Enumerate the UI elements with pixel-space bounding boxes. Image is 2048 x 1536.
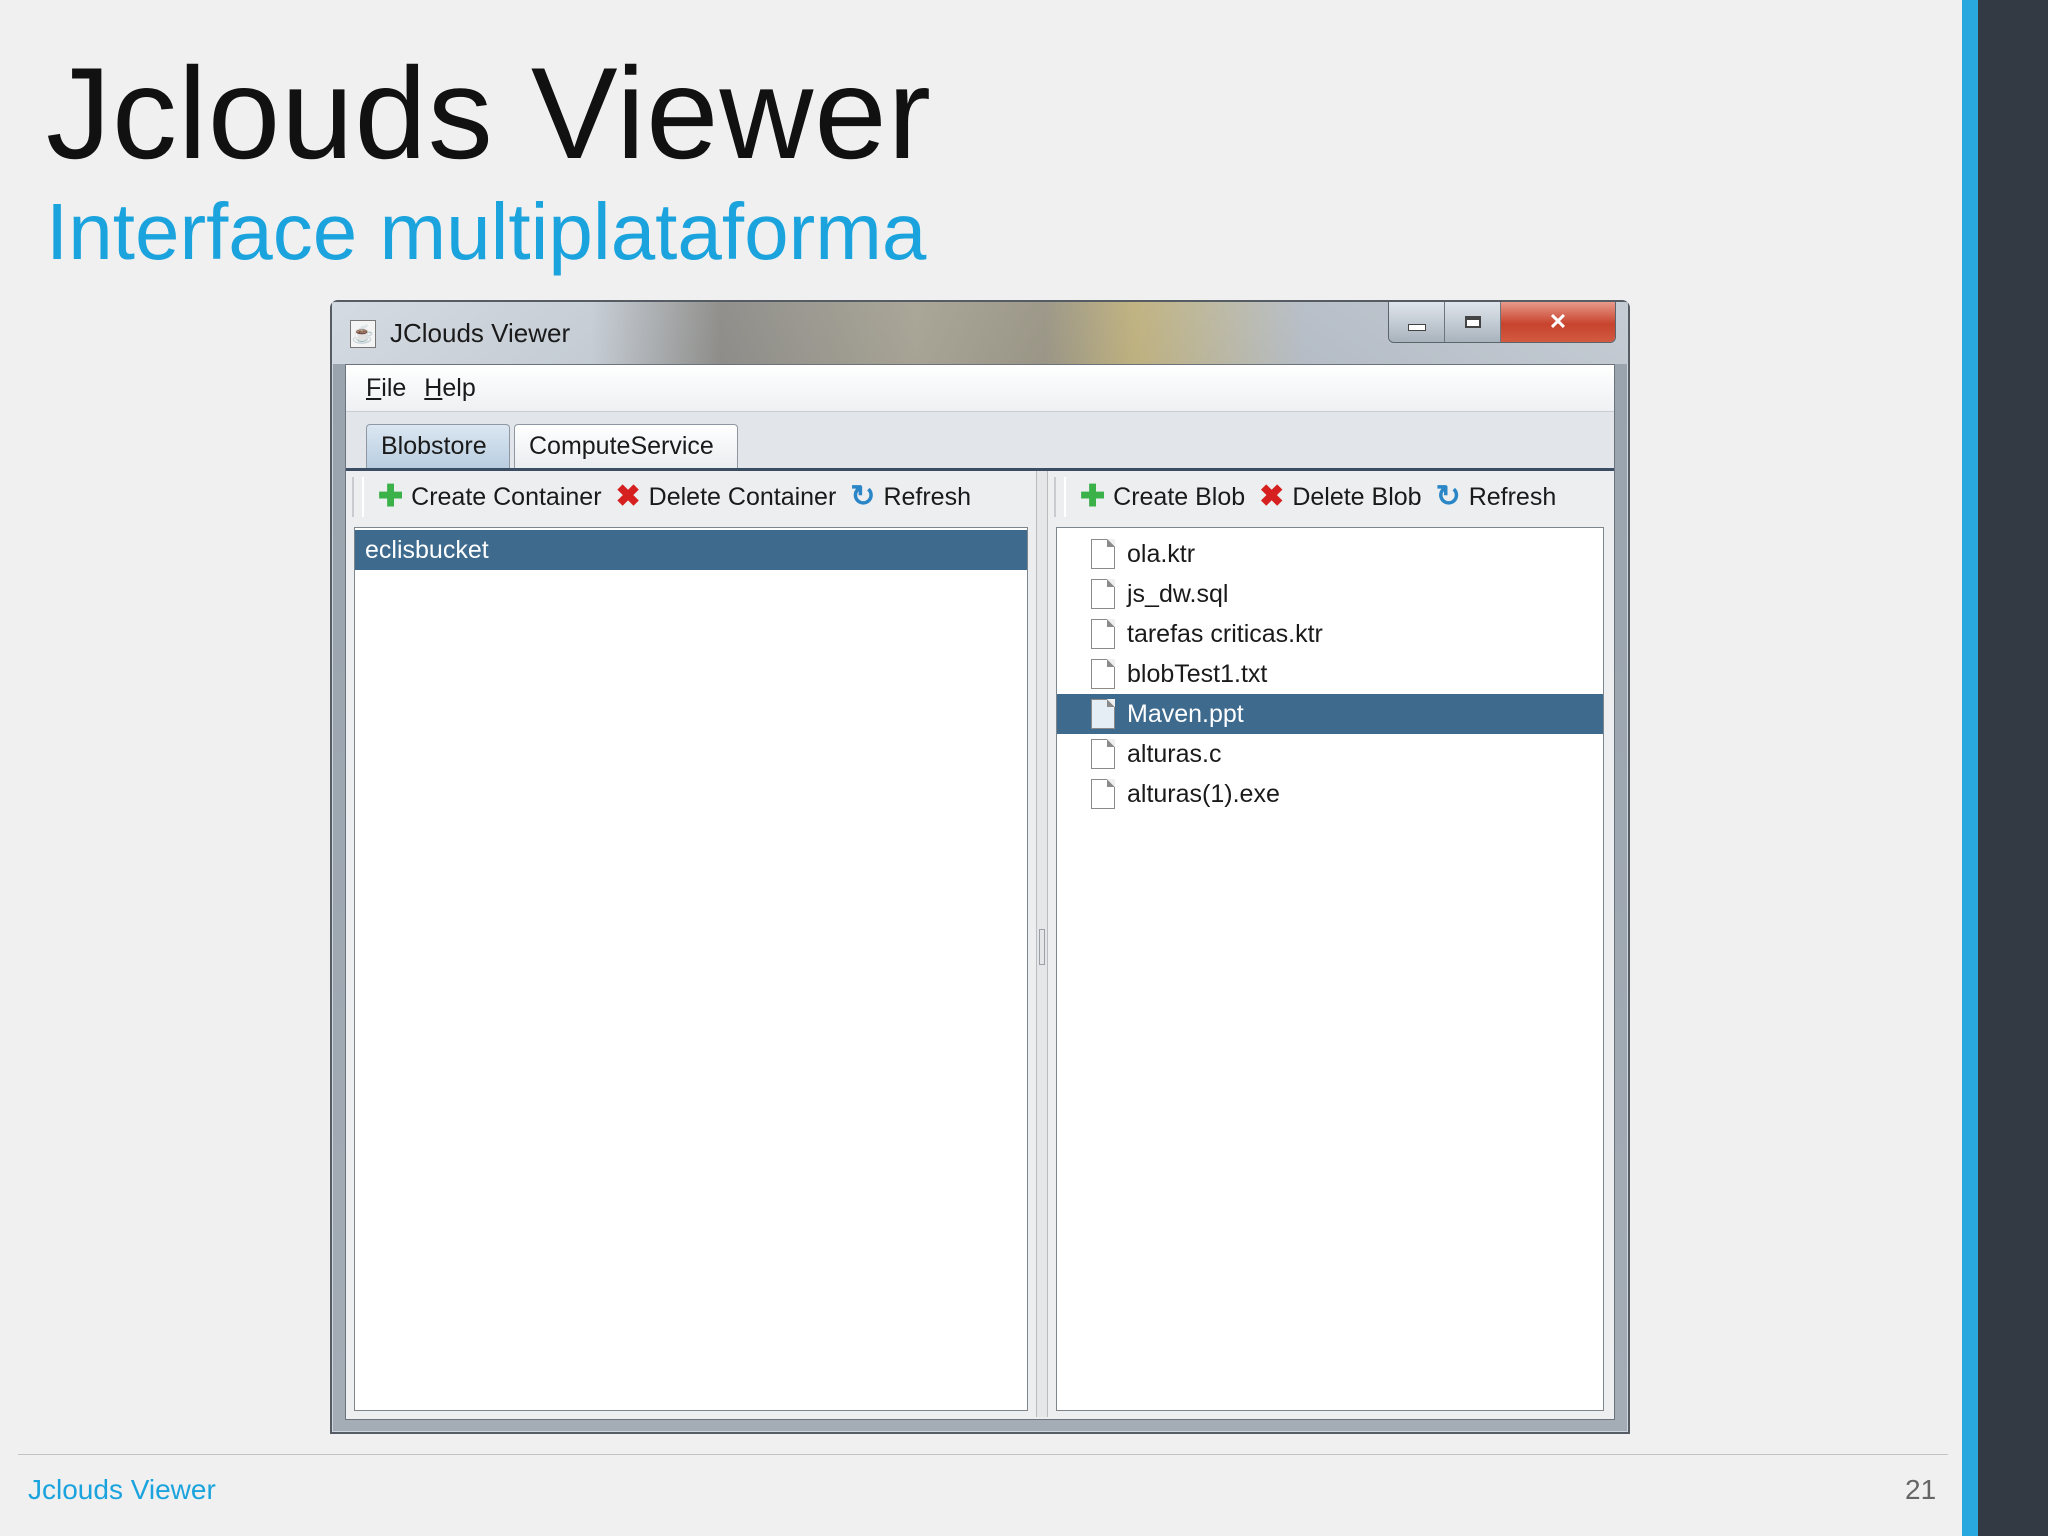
menu-file[interactable]: File: [366, 374, 406, 403]
split-pane-divider[interactable]: [1036, 471, 1048, 1417]
refresh-blobs-label: Refresh: [1468, 482, 1557, 511]
blob-name: ola.ktr: [1127, 539, 1196, 568]
file-icon: [1091, 659, 1115, 689]
menu-bar: File Help: [346, 365, 1614, 412]
list-item[interactable]: ola.ktr: [1057, 534, 1603, 574]
menu-file-label: ile: [381, 373, 407, 402]
maximize-button[interactable]: [1445, 302, 1501, 342]
add-icon: ✚: [1080, 480, 1106, 513]
side-accent-bar: [1962, 0, 1978, 1536]
add-icon: ✚: [378, 480, 404, 513]
blob-name: alturas(1).exe: [1127, 779, 1280, 808]
create-container-button[interactable]: ✚ Create Container: [378, 482, 602, 512]
refresh-icon: ↻: [1435, 480, 1461, 513]
file-icon: [1091, 579, 1115, 609]
list-item[interactable]: alturas(1).exe: [1057, 774, 1603, 814]
footer-divider: [18, 1454, 1948, 1455]
delete-container-button[interactable]: ✖ Delete Container: [616, 482, 837, 512]
list-item[interactable]: blobTest1.txt: [1057, 654, 1603, 694]
slide-title: Jclouds Viewer: [46, 40, 932, 186]
list-item[interactable]: alturas.c: [1057, 734, 1603, 774]
list-item[interactable]: eclisbucket: [355, 530, 1027, 570]
window-title: JClouds Viewer: [390, 318, 571, 348]
toolbar-grip[interactable]: [352, 477, 364, 517]
delete-blob-button[interactable]: ✖ Delete Blob: [1259, 482, 1421, 512]
create-blob-button[interactable]: ✚ Create Blob: [1080, 482, 1245, 512]
refresh-blobs-button[interactable]: ↻ Refresh: [1436, 482, 1557, 512]
list-item[interactable]: Maven.ppt: [1057, 694, 1603, 734]
minimize-button[interactable]: [1389, 302, 1445, 342]
file-icon: [1091, 699, 1115, 729]
container-name: eclisbucket: [365, 535, 489, 564]
delete-blob-label: Delete Blob: [1292, 482, 1422, 511]
blob-name: alturas.c: [1127, 739, 1222, 768]
maximize-icon: [1464, 316, 1481, 328]
menu-help-mnemonic: H: [424, 373, 443, 402]
delete-icon: ✖: [615, 480, 641, 513]
title-bar[interactable]: ☕ JClouds Viewer ✕: [332, 302, 1628, 364]
blob-name: Maven.ppt: [1127, 699, 1244, 728]
footer-text: Jclouds Viewer: [28, 1474, 216, 1505]
tab-blobstore[interactable]: Blobstore: [366, 424, 510, 468]
menu-help-label: elp: [442, 373, 476, 402]
containers-toolbar: ✚ Create Container ✖ Delete Container ↻ …: [348, 471, 1034, 523]
window-client-area: File Help Blobstore ComputeService ✚ Cre…: [345, 364, 1615, 1420]
tab-computeservice[interactable]: ComputeService: [514, 424, 738, 468]
delete-icon: ✖: [1259, 480, 1285, 513]
blob-name: blobTest1.txt: [1127, 659, 1268, 688]
containers-pane: ✚ Create Container ✖ Delete Container ↻ …: [348, 471, 1034, 1417]
slide-subtitle: Interface multiplataforma: [46, 187, 927, 276]
blobs-list[interactable]: ola.ktr js_dw.sql tarefas criticas.ktr b…: [1056, 527, 1604, 1411]
list-item[interactable]: js_dw.sql: [1057, 574, 1603, 614]
create-blob-label: Create Blob: [1113, 482, 1246, 511]
close-icon: ✕: [1548, 309, 1568, 334]
blob-name: tarefas criticas.ktr: [1127, 619, 1323, 648]
toolbar-grip[interactable]: [1054, 477, 1066, 517]
file-icon: [1091, 619, 1115, 649]
refresh-icon: ↻: [850, 480, 876, 513]
blobs-toolbar: ✚ Create Blob ✖ Delete Blob ↻ Refresh: [1050, 471, 1610, 523]
app-window: ☕ JClouds Viewer ✕ File Help Blobstore C…: [330, 300, 1630, 1434]
divider-grip-icon: [1039, 929, 1045, 965]
close-button[interactable]: ✕: [1501, 302, 1615, 342]
create-container-label: Create Container: [411, 482, 602, 511]
java-cup-icon: ☕: [350, 320, 376, 348]
refresh-containers-label: Refresh: [883, 482, 971, 511]
menu-help[interactable]: Help: [424, 374, 475, 403]
page-number: 21: [1905, 1474, 1937, 1505]
file-icon: [1091, 739, 1115, 769]
file-icon: [1091, 779, 1115, 809]
list-item[interactable]: tarefas criticas.ktr: [1057, 614, 1603, 654]
minimize-icon: [1407, 323, 1426, 331]
delete-container-label: Delete Container: [648, 482, 837, 511]
file-icon: [1091, 539, 1115, 569]
side-dark-bar: [1978, 0, 2048, 1536]
blob-name: js_dw.sql: [1127, 579, 1229, 608]
containers-list[interactable]: eclisbucket: [354, 527, 1028, 1411]
menu-file-mnemonic: F: [366, 373, 382, 402]
refresh-containers-button[interactable]: ↻ Refresh: [850, 482, 971, 512]
blobs-pane: ✚ Create Blob ✖ Delete Blob ↻ Refresh ol…: [1050, 471, 1610, 1417]
tab-strip: Blobstore ComputeService: [346, 412, 1614, 471]
window-controls: ✕: [1388, 302, 1616, 343]
